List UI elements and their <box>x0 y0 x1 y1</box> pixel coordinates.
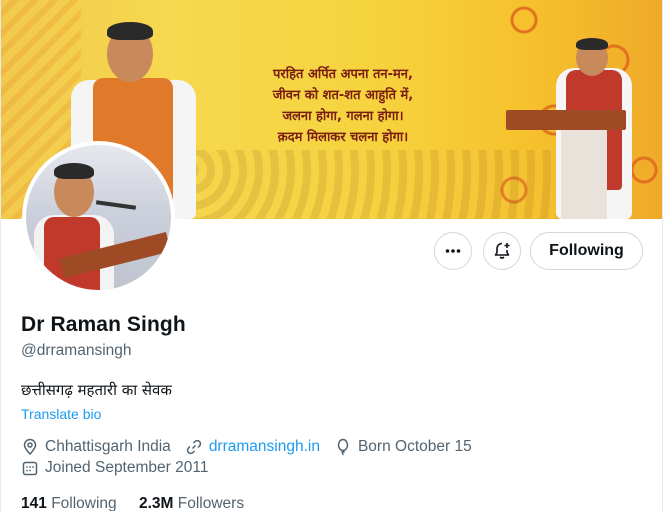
joined-text: Joined September 2011 <box>45 459 209 476</box>
quote-line-1: परहित अर्पित अपना तन-मन, <box>273 67 413 82</box>
more-horizontal-icon <box>445 249 461 253</box>
notifications-button[interactable] <box>483 232 521 270</box>
profile-handle: @drramansingh <box>21 342 132 359</box>
quote-line-3: जलना होगा, गलना होगा। <box>282 109 404 124</box>
following-stat[interactable]: 141 Following <box>21 495 117 511</box>
followers-label: Followers <box>177 495 245 511</box>
balloon-icon <box>337 438 349 456</box>
followers-count: 2.3M <box>138 495 174 511</box>
quote-line-2: जीवन को शत-शत आहुति में, <box>272 88 414 103</box>
profile-meta-row-1: Chhattisgarh India drramansingh.in Born … <box>21 437 486 457</box>
location-item: Chhattisgarh India <box>21 438 171 456</box>
profile-avatar[interactable] <box>22 141 175 294</box>
banner-podium <box>506 110 626 130</box>
calendar-icon <box>22 461 38 476</box>
website-item[interactable]: drramansingh.in <box>185 438 320 456</box>
bell-plus-icon <box>494 242 510 259</box>
birthday-text: Born October 15 <box>357 438 472 455</box>
profile-name: Dr Raman Singh <box>21 313 186 336</box>
following-button[interactable]: Following <box>530 232 643 270</box>
banner-quote: परहित अर्पित अपना तन-मन, जीवन को शत-शत आ… <box>253 64 433 148</box>
following-label: Following <box>51 495 117 511</box>
avatar-photo <box>26 145 171 290</box>
link-icon <box>186 439 201 455</box>
banner-crowd <box>171 150 561 219</box>
profile-page: परहित अर्पित अपना तन-मन, जीवन को शत-शत आ… <box>0 0 663 511</box>
joined-item: Joined September 2011 <box>21 459 208 477</box>
following-count: 141 <box>21 495 47 511</box>
profile-stats: 141 Following 2.3M Followers <box>21 495 262 511</box>
banner-podium-stand <box>561 130 607 219</box>
location-text: Chhattisgarh India <box>45 438 171 455</box>
profile-bio: छत्तीसगढ़ महतारी का सेवक <box>21 381 172 399</box>
translate-bio-link[interactable]: Translate bio <box>21 406 101 422</box>
location-pin-icon <box>23 438 37 456</box>
more-button[interactable] <box>434 232 472 270</box>
profile-meta-row-2: Joined September 2011 <box>21 458 222 478</box>
followers-stat[interactable]: 2.3M Followers <box>139 495 244 511</box>
website-link[interactable]: drramansingh.in <box>209 438 320 456</box>
birthday-item: Born October 15 <box>334 438 472 456</box>
quote-line-4: क़दम मिलाकर चलना होगा। <box>277 130 409 145</box>
